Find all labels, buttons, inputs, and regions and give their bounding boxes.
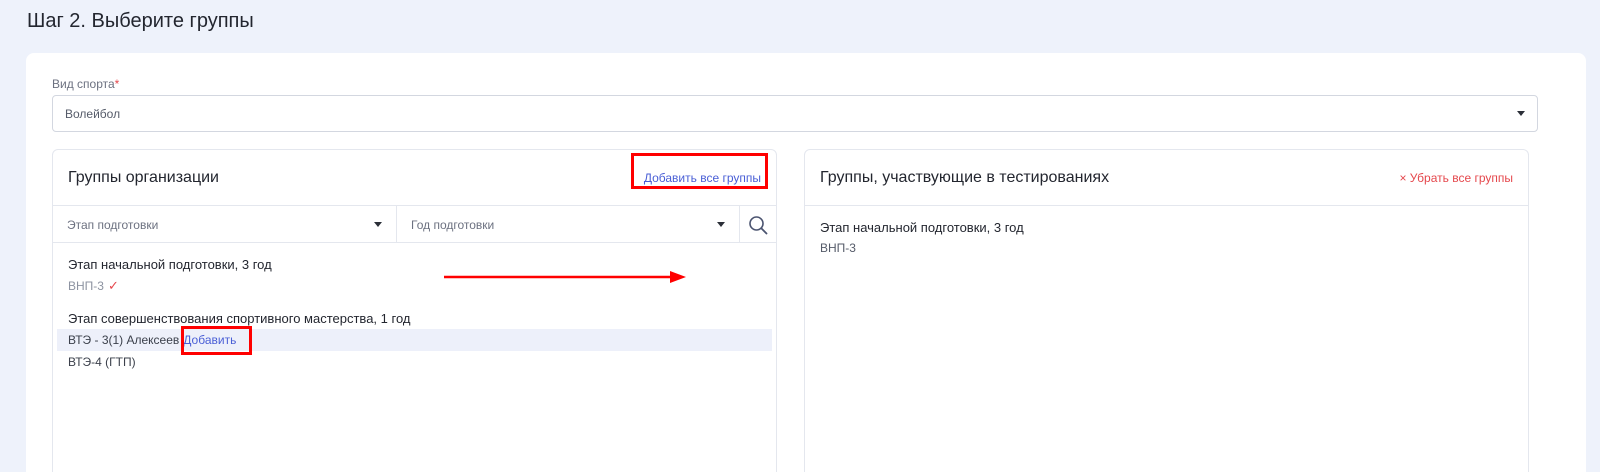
chevron-down-icon xyxy=(717,222,725,227)
group-name: ВТЭ - 3(1) Алексеев xyxy=(68,333,180,347)
testing-groups-panel: Группы, участвующие в тестированиях × Уб… xyxy=(804,149,1529,472)
testing-group-list: Этап начальной подготовки, 3 год ВНП-3 xyxy=(805,206,1528,270)
add-all-groups-link[interactable]: Добавить все группы xyxy=(644,171,761,185)
list-item[interactable]: ВТЭ - 3(1) Алексеев Добавить xyxy=(57,329,772,351)
group-name: ВНП-3 xyxy=(820,241,856,255)
stage-title: Этап начальной подготовки, 3 год xyxy=(820,220,1024,235)
annotation-arrow-icon xyxy=(444,271,686,283)
sport-select[interactable]: Волейбол xyxy=(52,95,1538,132)
year-filter-placeholder: Год подготовки xyxy=(411,217,495,232)
groups-card: Вид спорта* Волейбол Группы организации … xyxy=(26,53,1586,472)
group-name: ВТЭ-4 (ГТП) xyxy=(68,355,136,369)
stage-filter-placeholder: Этап подготовки xyxy=(67,217,159,232)
list-item[interactable]: ВТЭ-4 (ГТП) xyxy=(57,351,772,373)
sport-select-value: Волейбол xyxy=(65,106,121,121)
stage-title: Этап совершенствования спортивного масте… xyxy=(68,311,411,326)
chevron-down-icon xyxy=(1517,111,1525,116)
filters-row: Этап подготовки Год подготовки xyxy=(53,206,776,243)
search-button[interactable] xyxy=(740,206,776,243)
remove-all-groups-link[interactable]: × Убрать все группы xyxy=(1399,171,1513,185)
org-groups-panel: Группы организации Добавить все группы Э… xyxy=(52,149,777,472)
list-item[interactable]: ВНП-3 xyxy=(820,238,1513,258)
group-name: ВНП-3 xyxy=(68,279,104,293)
chevron-down-icon xyxy=(374,222,382,227)
search-icon xyxy=(749,215,768,234)
year-filter-select[interactable]: Год подготовки xyxy=(397,206,740,243)
stage-filter-select[interactable]: Этап подготовки xyxy=(53,206,397,243)
required-mark: * xyxy=(114,77,120,91)
org-groups-title: Группы организации xyxy=(68,168,219,186)
add-group-link[interactable]: Добавить xyxy=(183,329,236,351)
org-group-list: Этап начальной подготовки, 3 год ВНП-3 ✓… xyxy=(53,243,776,373)
page-title: Шаг 2. Выберите группы xyxy=(27,10,254,32)
sport-field-label: Вид спорта* xyxy=(52,77,120,91)
checkmark-icon: ✓ xyxy=(107,278,119,293)
org-groups-header: Группы организации Добавить все группы xyxy=(53,150,776,206)
testing-groups-header: Группы, участвующие в тестированиях × Уб… xyxy=(805,150,1528,206)
testing-groups-title: Группы, участвующие в тестированиях xyxy=(820,168,1110,186)
